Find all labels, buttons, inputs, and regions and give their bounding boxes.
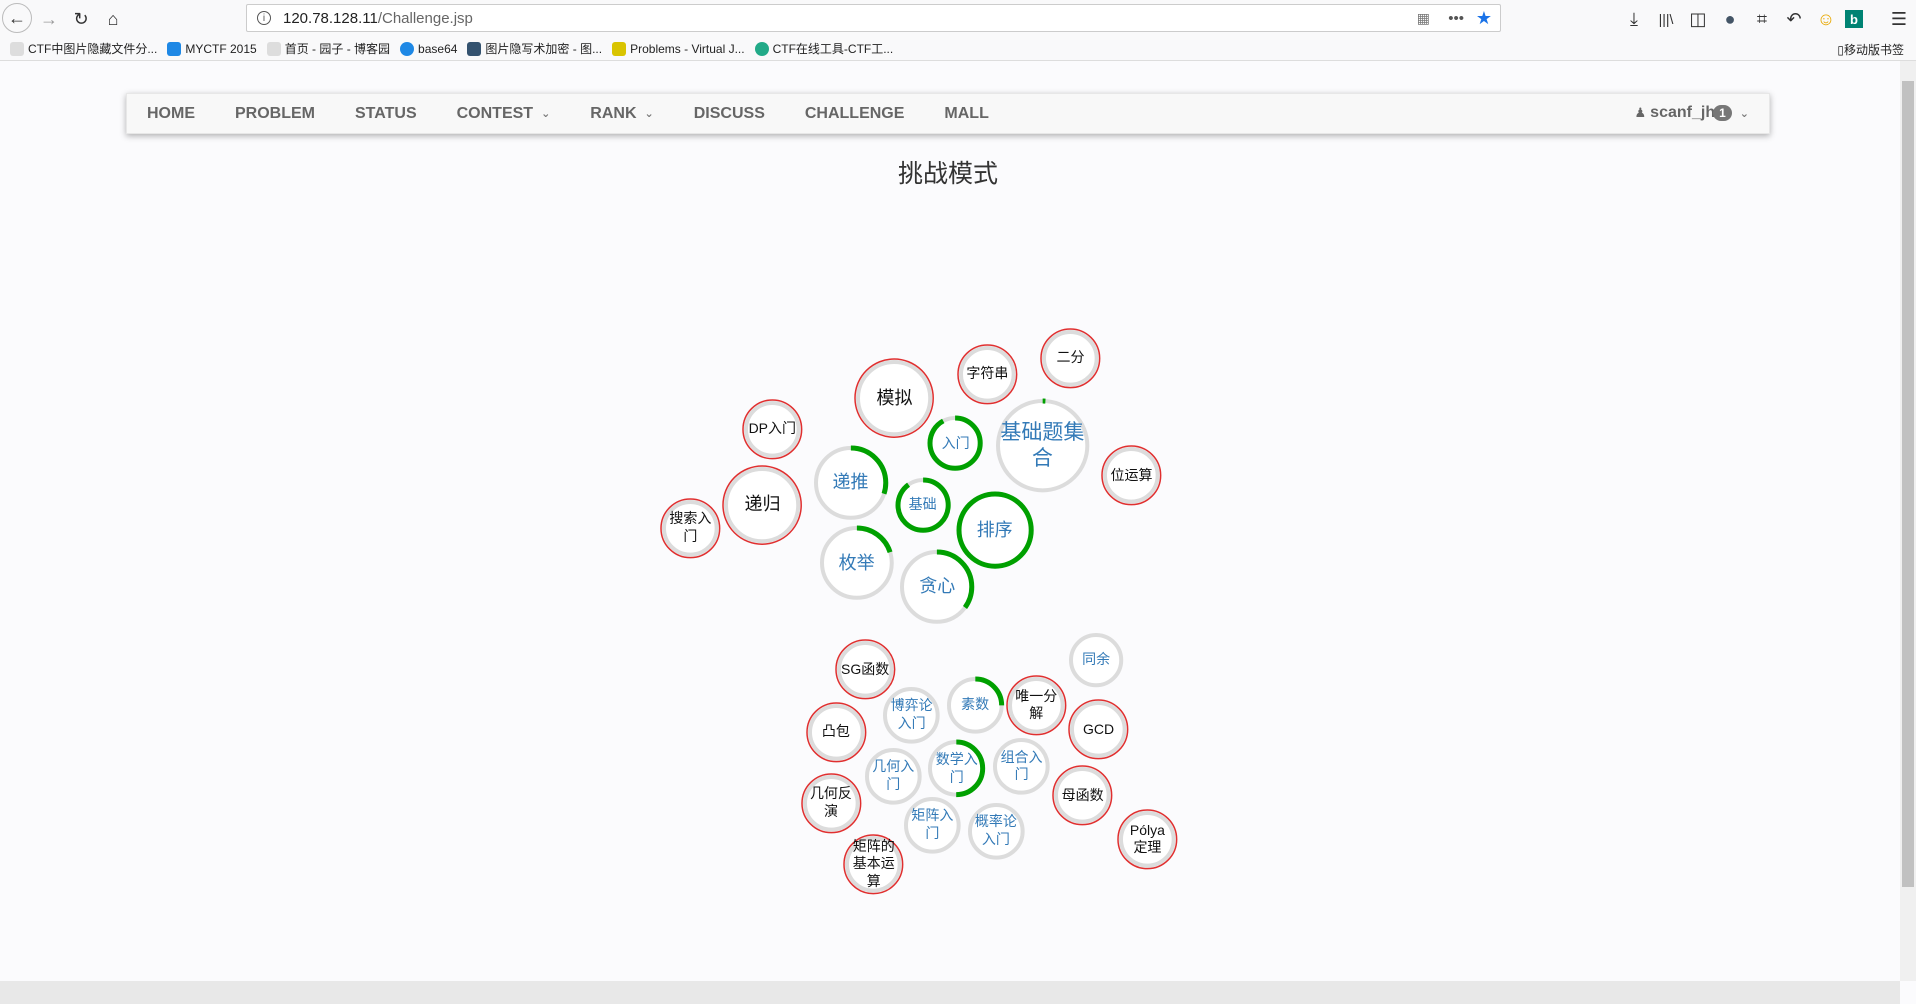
challenge-bubble[interactable]: 递推 <box>811 443 891 523</box>
challenge-label: SG函数 <box>841 660 890 677</box>
challenge-bubble[interactable]: 基础 <box>893 475 953 535</box>
challenge-label: 凸包 <box>821 723 850 740</box>
challenge-bubble[interactable]: 位运算 <box>1100 444 1163 507</box>
challenge-bubble[interactable]: 唯一分解 <box>1005 674 1068 737</box>
challenge-bubble[interactable]: 数学入门 <box>925 737 988 800</box>
challenge-label: 矩阵入门 <box>911 807 954 841</box>
challenge-bubble[interactable]: 矩阵的基本运算 <box>842 833 905 896</box>
challenge-bubble[interactable]: 模拟 <box>853 357 935 439</box>
challenge-label: 唯一分解 <box>1015 687 1058 722</box>
scrollbar-thumb[interactable] <box>1902 81 1914 887</box>
challenge-label: 递归 <box>744 494 781 515</box>
challenge-label: 素数 <box>961 696 990 713</box>
challenge-bubble[interactable]: 递归 <box>721 464 803 546</box>
challenge-label: 矩阵的基本运算 <box>852 837 895 889</box>
challenge-label: 位运算 <box>1110 466 1153 483</box>
challenge-label: 入门 <box>941 434 970 451</box>
challenge-label: 同余 <box>1082 651 1111 668</box>
challenge-bubble[interactable]: 母函数 <box>1051 764 1114 827</box>
challenge-bubble[interactable]: 基础题集合 <box>993 396 1092 495</box>
challenge-bubble[interactable]: GCD <box>1067 698 1130 761</box>
challenge-bubble[interactable]: 贪心 <box>897 547 977 627</box>
challenge-bubble[interactable]: 同余 <box>1066 630 1126 690</box>
challenge-bubble[interactable]: 枚举 <box>817 523 897 603</box>
challenge-bubble[interactable]: Pólya定理 <box>1116 808 1179 871</box>
challenge-label: 排序 <box>976 520 1013 541</box>
challenge-label: 基础题集合 <box>1000 420 1085 471</box>
challenge-label: 组合入门 <box>1000 748 1043 783</box>
challenge-bubble[interactable]: 凸包 <box>805 701 868 764</box>
challenge-label: 递推 <box>832 472 869 493</box>
challenge-bubble[interactable]: 搜索入门 <box>659 497 722 560</box>
challenge-bubble[interactable]: 组合入门 <box>990 735 1053 798</box>
challenge-bubble[interactable]: DP入门 <box>741 398 804 461</box>
challenge-label: 几何入门 <box>872 758 915 792</box>
challenge-label: 概率论入门 <box>974 813 1017 847</box>
challenge-label: 字符串 <box>966 365 1009 382</box>
vertical-scrollbar[interactable] <box>1900 61 1916 981</box>
challenge-label: 几何反演 <box>809 785 852 819</box>
challenge-bubble[interactable]: 矩阵入门 <box>901 794 964 857</box>
challenge-label: 博弈论入门 <box>890 697 933 731</box>
challenge-label: 模拟 <box>876 388 913 409</box>
challenge-label: 母函数 <box>1061 786 1104 803</box>
challenge-bubble[interactable]: 素数 <box>944 674 1007 737</box>
challenge-label: 贪心 <box>919 576 956 597</box>
challenge-label: 数学入门 <box>935 751 978 785</box>
challenge-bubble[interactable]: 二分 <box>1039 327 1102 390</box>
challenge-bubbles: 模拟 字符串 二分 DP入门入门 基础题集合位运算 递推递归 基础排序 搜索入门枚举贪心 SG函… <box>0 0 1900 980</box>
challenge-label: 基础 <box>908 495 937 512</box>
challenge-bubble[interactable]: 入门 <box>925 413 985 473</box>
horizontal-scrollbar[interactable] <box>0 981 1900 1004</box>
challenge-bubble[interactable]: 几何反演 <box>800 772 863 835</box>
challenge-label: DP入门 <box>748 420 797 437</box>
challenge-label: 二分 <box>1056 349 1085 366</box>
challenge-label: GCD <box>1083 720 1115 737</box>
challenge-label: Pólya定理 <box>1129 821 1165 856</box>
challenge-bubble[interactable]: 概率论入门 <box>965 800 1028 863</box>
challenge-label: 枚举 <box>838 553 875 574</box>
challenge-label: 搜索入门 <box>669 510 712 544</box>
